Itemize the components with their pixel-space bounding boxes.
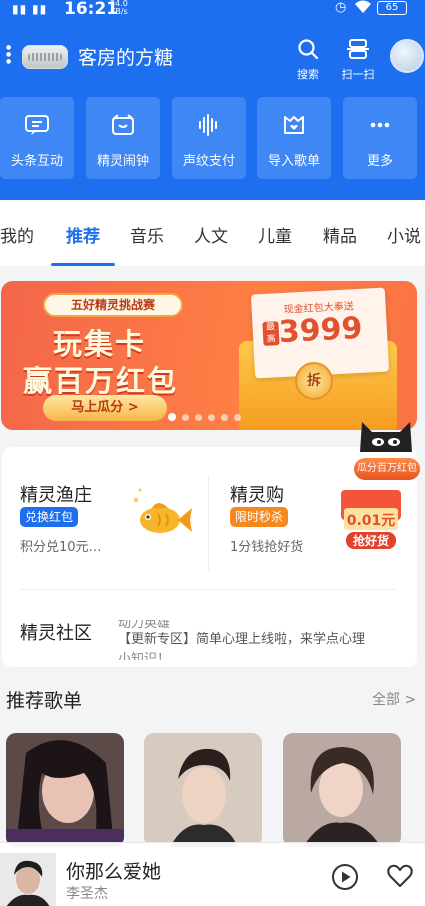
battery-indicator: 65 xyxy=(377,1,407,15)
gift-box-icon[interactable]: 0.01元 抢好货 xyxy=(336,482,406,552)
search-button[interactable]: 搜索 xyxy=(286,38,330,82)
now-playing-title: 你那么爱她 xyxy=(66,861,162,883)
device-name[interactable]: 客房的方糖 xyxy=(78,43,173,70)
playlist-cover[interactable] xyxy=(283,733,401,847)
scan-icon xyxy=(336,38,380,66)
card-divider xyxy=(20,589,396,590)
shop-title[interactable]: 精灵购 xyxy=(230,481,284,507)
shortcut-label: 更多 xyxy=(366,154,393,169)
tab-recommend[interactable]: 推荐 xyxy=(66,222,100,247)
tmall-cat-icon[interactable] xyxy=(356,418,416,456)
shortcut-headline[interactable]: 头条互动 xyxy=(0,97,74,179)
gift-amount: 0.01元 xyxy=(347,513,396,529)
max-label: 最高 xyxy=(262,321,280,346)
top-bar: ● ● ● 客房的方糖 搜索 扫一扫 xyxy=(0,38,425,88)
carousel-dots xyxy=(168,406,247,421)
goldfish-icon[interactable] xyxy=(128,480,198,550)
card-divider xyxy=(208,475,209,571)
status-bar: ▮▮ ▮▮ 16:21 34.0 KB/s ◷ 65 xyxy=(0,0,425,20)
tab-children[interactable]: 儿童 xyxy=(258,222,292,247)
header-background: ▮▮ ▮▮ 16:21 34.0 KB/s ◷ 65 ● ● ● 客房的方糖 搜索 … xyxy=(0,0,425,200)
shortcut-label: 导入歌单 xyxy=(267,154,320,169)
shortcut-more[interactable]: 更多 xyxy=(343,97,417,179)
section-title: 推荐歌单 xyxy=(6,690,83,712)
scan-button[interactable]: 扫一扫 xyxy=(336,38,380,82)
shortcut-alarm[interactable]: 精灵闹钟 xyxy=(86,97,160,179)
favorite-heart-icon[interactable] xyxy=(386,862,414,890)
carousel-dot xyxy=(234,414,241,421)
tab-novels[interactable]: 小说 xyxy=(387,222,421,247)
banner-headline-1: 玩集卡 xyxy=(53,327,147,361)
shortcut-row: 头条互动 精灵闹钟 声纹支付 导入歌单 更多 xyxy=(0,97,425,179)
shop-subtitle: 1分钱抢好货 xyxy=(230,540,304,555)
alarm-status-icon: ◷ xyxy=(335,0,347,15)
banner-tag: 五好精灵挑战赛 xyxy=(43,293,183,317)
tab-music[interactable]: 音乐 xyxy=(130,222,164,247)
shortcut-label: 头条互动 xyxy=(10,154,63,169)
carousel-dot-active xyxy=(168,413,176,421)
mini-player[interactable]: 你那么爱她 李圣杰 xyxy=(0,842,425,906)
community-news-ticker[interactable]: 动力英雄 【更新专区】简单心理上线啦，来学点心理 小知识！ xyxy=(118,620,398,660)
fishing-title[interactable]: 精灵渔庄 xyxy=(20,481,92,507)
community-title[interactable]: 精灵社区 xyxy=(20,619,92,645)
shortcut-voice-pay[interactable]: 声纹支付 xyxy=(172,97,246,179)
tab-premium[interactable]: 精品 xyxy=(323,222,357,247)
shop-badge[interactable]: 限时秒杀 xyxy=(230,507,289,527)
carousel-dot xyxy=(221,414,228,421)
user-avatar[interactable] xyxy=(390,39,424,73)
gift-cta: 抢好货 xyxy=(353,533,389,548)
search-label: 搜索 xyxy=(297,68,319,81)
shortcut-label: 精灵闹钟 xyxy=(96,154,149,169)
open-envelope-coin: 拆 xyxy=(295,362,333,400)
now-playing-cover[interactable] xyxy=(0,853,56,906)
view-all-link[interactable]: 全部 > xyxy=(372,689,416,709)
carousel-dot xyxy=(195,414,202,421)
now-playing-artist: 李圣杰 xyxy=(66,886,108,902)
alarm-icon xyxy=(112,114,134,135)
menu-dots-icon[interactable]: ● ● ● xyxy=(6,44,12,65)
category-tabs: 我的 推荐 音乐 人文 儿童 精品 小说 xyxy=(0,200,425,266)
shortcut-label: 声纹支付 xyxy=(182,154,235,169)
search-icon xyxy=(286,38,330,66)
voiceprint-icon xyxy=(199,114,217,136)
playlist-cover[interactable] xyxy=(144,733,262,847)
carousel-dot xyxy=(208,414,215,421)
fishing-badge[interactable]: 兑换红包 xyxy=(20,507,79,527)
news-line-next: 小知识！ xyxy=(118,652,171,660)
tab-mine[interactable]: 我的 xyxy=(0,222,34,247)
scan-label: 扫一扫 xyxy=(341,68,375,81)
banner-cta-button[interactable]: 马上瓜分 > xyxy=(43,395,167,421)
active-tab-indicator xyxy=(51,263,115,266)
tab-humanities[interactable]: 人文 xyxy=(194,222,228,247)
float-promo-badge[interactable]: 瓜分百万红包 xyxy=(354,458,420,480)
import-icon xyxy=(284,116,304,134)
play-icon[interactable] xyxy=(331,863,359,891)
fishing-subtitle: 积分兑10元… xyxy=(20,540,102,555)
shortcut-import-playlist[interactable]: 导入歌单 xyxy=(257,97,331,179)
prize-amount: 3999 xyxy=(278,310,364,351)
message-icon xyxy=(25,115,49,135)
signal-icon: ▮▮ ▮▮ xyxy=(12,2,48,16)
wifi-icon xyxy=(354,0,372,18)
news-line-current: 【更新专区】简单心理上线啦，来学点心理 xyxy=(118,632,366,647)
playlist-cover[interactable] xyxy=(6,733,124,847)
speaker-device-icon[interactable] xyxy=(22,45,68,69)
carousel-dot xyxy=(182,414,189,421)
more-icon xyxy=(370,122,390,128)
network-speed: 34.0 KB/s xyxy=(110,0,128,16)
banner-headline-2: 赢百万红包 xyxy=(23,364,179,398)
